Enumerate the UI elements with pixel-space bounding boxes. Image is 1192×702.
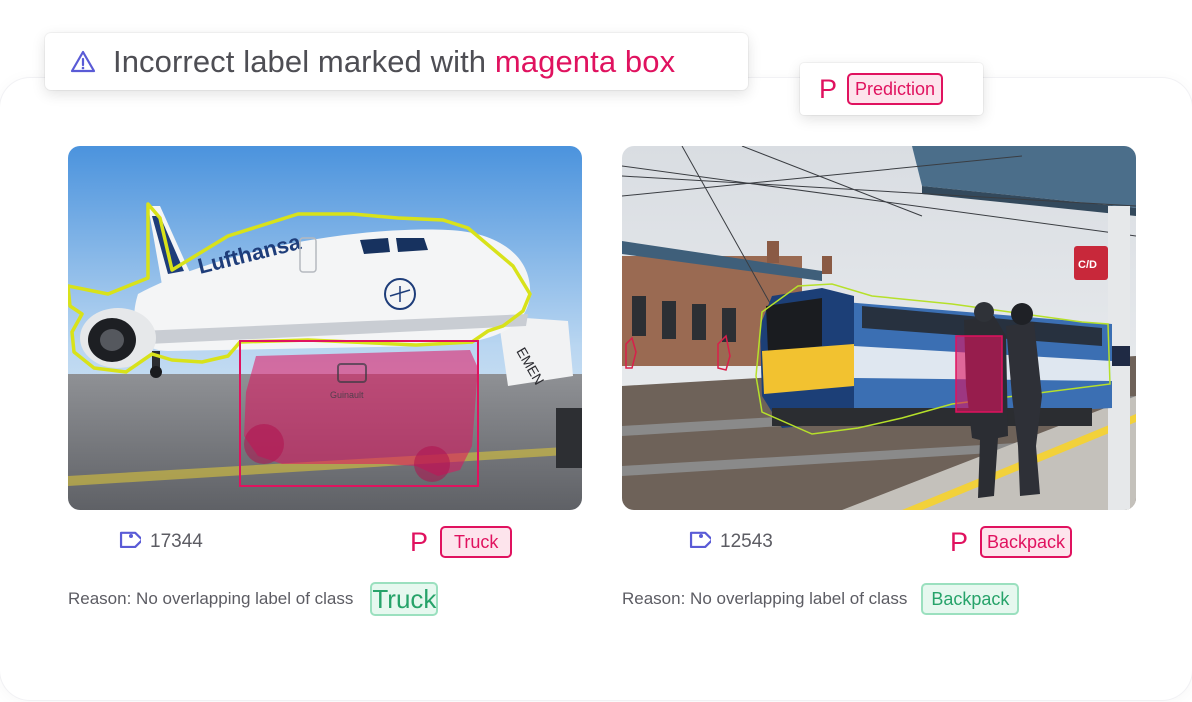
prediction-tag: Backpack [980,526,1073,558]
prediction-tag: Truck [440,526,513,558]
svg-text:Guinault: Guinault [330,390,364,400]
image-panel-airplane[interactable]: EMEN Lufthansa Guinault [68,146,582,510]
tag-icon [689,531,711,549]
train-station-scene-image: C/D [622,146,1136,510]
callout-prefix: Incorrect label marked with [113,43,495,79]
prediction-marker: P [819,73,838,104]
reason-text: Reason: No overlapping label of class [68,589,354,608]
callout-highlight: magenta box [494,43,676,79]
airplane-scene-image: EMEN Lufthansa Guinault [68,146,582,510]
prediction-legend-tag: Prediction [847,73,944,105]
reason-class-tag: Truck [370,582,439,616]
example-2-id: 12543 [681,526,773,558]
reason-class-tag: Backpack [921,583,1020,615]
example-2-prediction: P Backpack [950,526,1073,558]
tag-icon [119,531,141,549]
example-1-prediction: P Truck [410,526,513,558]
warning-icon [70,50,96,72]
example-2-count: 12543 [720,531,773,552]
prediction-marker: P [950,526,969,557]
callout-text: Incorrect label marked with magenta box [113,44,675,80]
image-panel-train[interactable]: C/D [622,146,1136,510]
reason-text: Reason: No overlapping label of class [622,589,908,608]
prediction-legend: P Prediction [800,63,983,115]
example-1-id: 17344 [111,526,203,558]
example-2-reason: Reason: No overlapping label of class Ba… [622,582,1020,616]
incorrect-label-callout: Incorrect label marked with magenta box [45,33,748,90]
svg-text:C/D: C/D [1078,259,1097,271]
example-1-count: 17344 [150,531,203,552]
example-1-reason: Reason: No overlapping label of class Tr… [68,582,439,616]
prediction-marker: P [410,526,429,557]
